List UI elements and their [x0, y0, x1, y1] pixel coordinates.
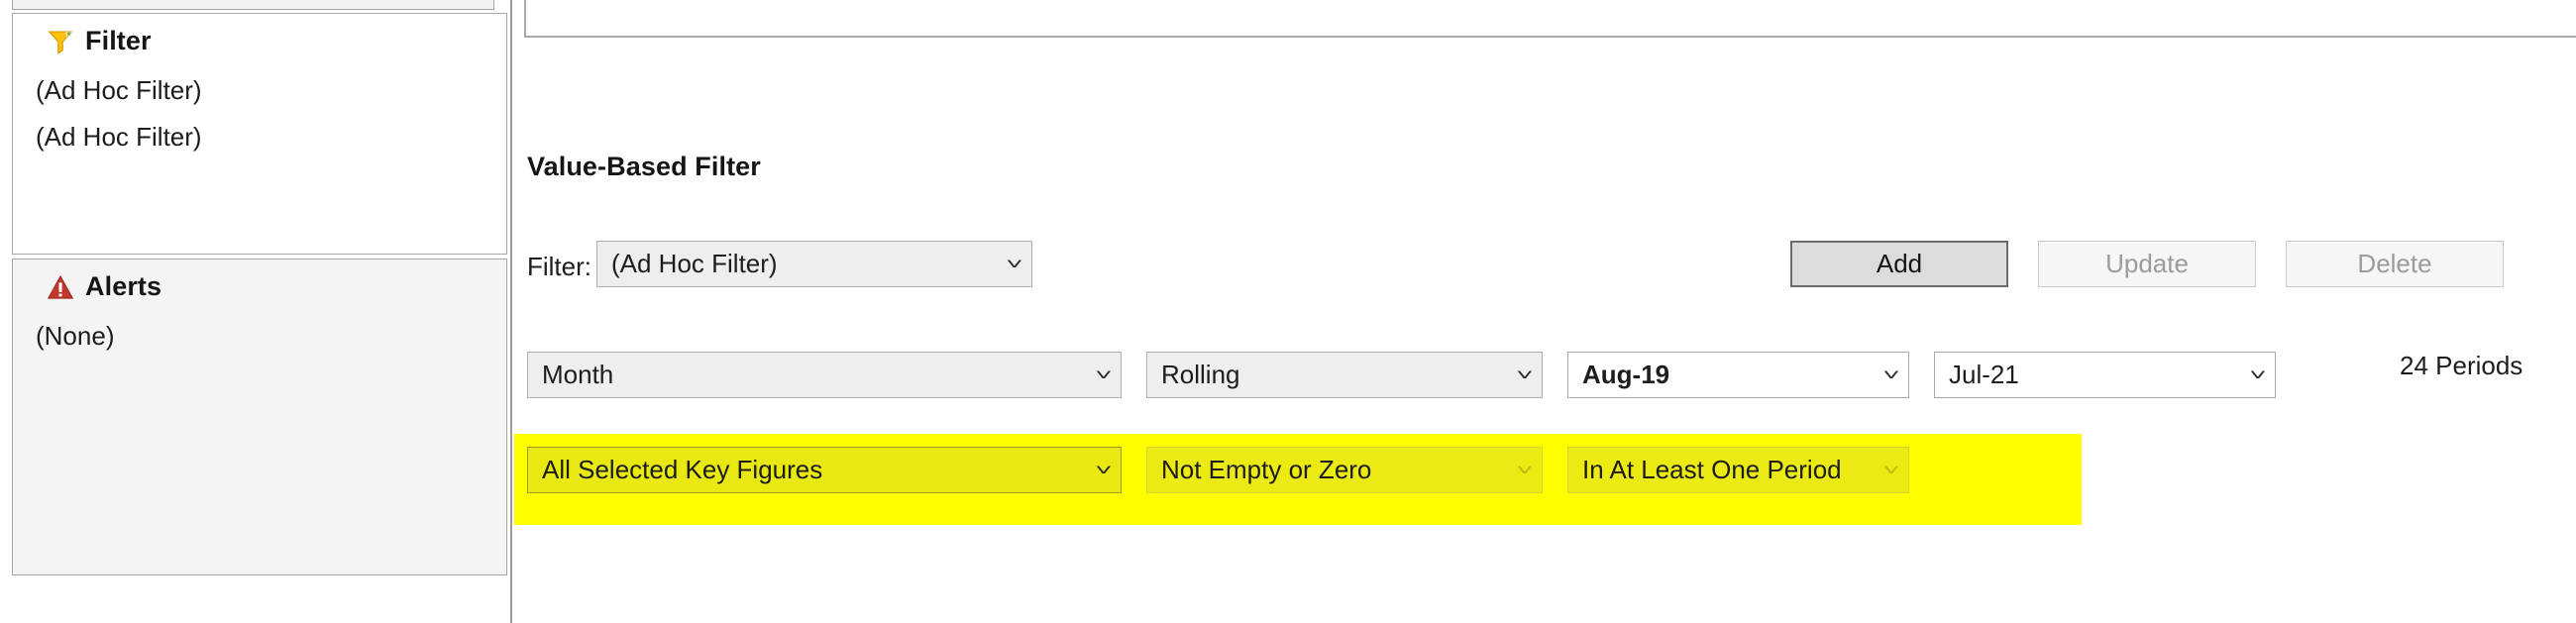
scope-select[interactable]: In At Least One Period ˅ — [1567, 447, 1909, 493]
chevron-down-icon: ˅ — [1882, 365, 1900, 384]
period-to-value: Jul-21 — [1949, 360, 2019, 389]
filter-select-value: (Ad Hoc Filter) — [611, 249, 778, 278]
update-button: Update — [2038, 241, 2256, 287]
filter-panel-header: Filter — [47, 26, 152, 56]
scope-value: In At Least One Period — [1582, 455, 1842, 484]
period-from-value: Aug-19 — [1582, 360, 1670, 389]
period-to-select[interactable]: Jul-21 ˅ — [1934, 352, 2276, 398]
period-mode-value: Rolling — [1161, 360, 1240, 389]
condition-value: Not Empty or Zero — [1161, 455, 1372, 484]
filter-panel-item-2[interactable]: (Ad Hoc Filter) — [36, 122, 202, 153]
filter-panel-title: Filter — [85, 26, 152, 55]
chevron-down-icon: ˅ — [1516, 365, 1534, 384]
key-figures-select[interactable]: All Selected Key Figures ˅ — [527, 447, 1122, 493]
key-figures-value: All Selected Key Figures — [542, 455, 823, 484]
filter-panel-item-1[interactable]: (Ad Hoc Filter) — [36, 75, 202, 106]
chevron-down-icon: ˅ — [1095, 461, 1113, 479]
chevron-down-icon: ˅ — [1882, 461, 1900, 479]
add-button[interactable]: Add — [1790, 241, 2008, 287]
alerts-panel-item-1[interactable]: (None) — [36, 321, 114, 352]
alerts-panel: Alerts (None) — [12, 259, 507, 575]
filter-select[interactable]: (Ad Hoc Filter) ˅ — [596, 241, 1032, 287]
period-granularity-value: Month — [542, 360, 614, 389]
main-content: Value-Based Filter Filter: (Ad Hoc Filte… — [512, 0, 2576, 623]
alerts-panel-header: Alerts — [47, 271, 161, 302]
application-window: Filter (Ad Hoc Filter) (Ad Hoc Filter) A… — [0, 0, 2576, 623]
delete-button: Delete — [2286, 241, 2504, 287]
funnel-icon — [47, 28, 74, 55]
section-title: Value-Based Filter — [527, 152, 761, 181]
chevron-down-icon: ˅ — [2249, 365, 2267, 384]
warning-triangle-icon — [47, 273, 74, 301]
upper-content-frame — [524, 0, 2576, 38]
chevron-down-icon: ˅ — [1516, 461, 1534, 479]
panel-stub-above — [12, 0, 494, 10]
filter-panel: Filter (Ad Hoc Filter) (Ad Hoc Filter) — [12, 13, 507, 255]
alerts-panel-title: Alerts — [85, 271, 162, 301]
periods-count-label: 24 Periods — [2400, 351, 2523, 380]
left-sidebar: Filter (Ad Hoc Filter) (Ad Hoc Filter) A… — [0, 0, 512, 623]
period-granularity-select[interactable]: Month ˅ — [527, 352, 1122, 398]
chevron-down-icon: ˅ — [1006, 255, 1023, 273]
filter-field-label: Filter: — [527, 252, 591, 281]
period-mode-select[interactable]: Rolling ˅ — [1146, 352, 1543, 398]
condition-select[interactable]: Not Empty or Zero ˅ — [1146, 447, 1543, 493]
chevron-down-icon: ˅ — [1095, 365, 1113, 384]
period-from-select[interactable]: Aug-19 ˅ — [1567, 352, 1909, 398]
